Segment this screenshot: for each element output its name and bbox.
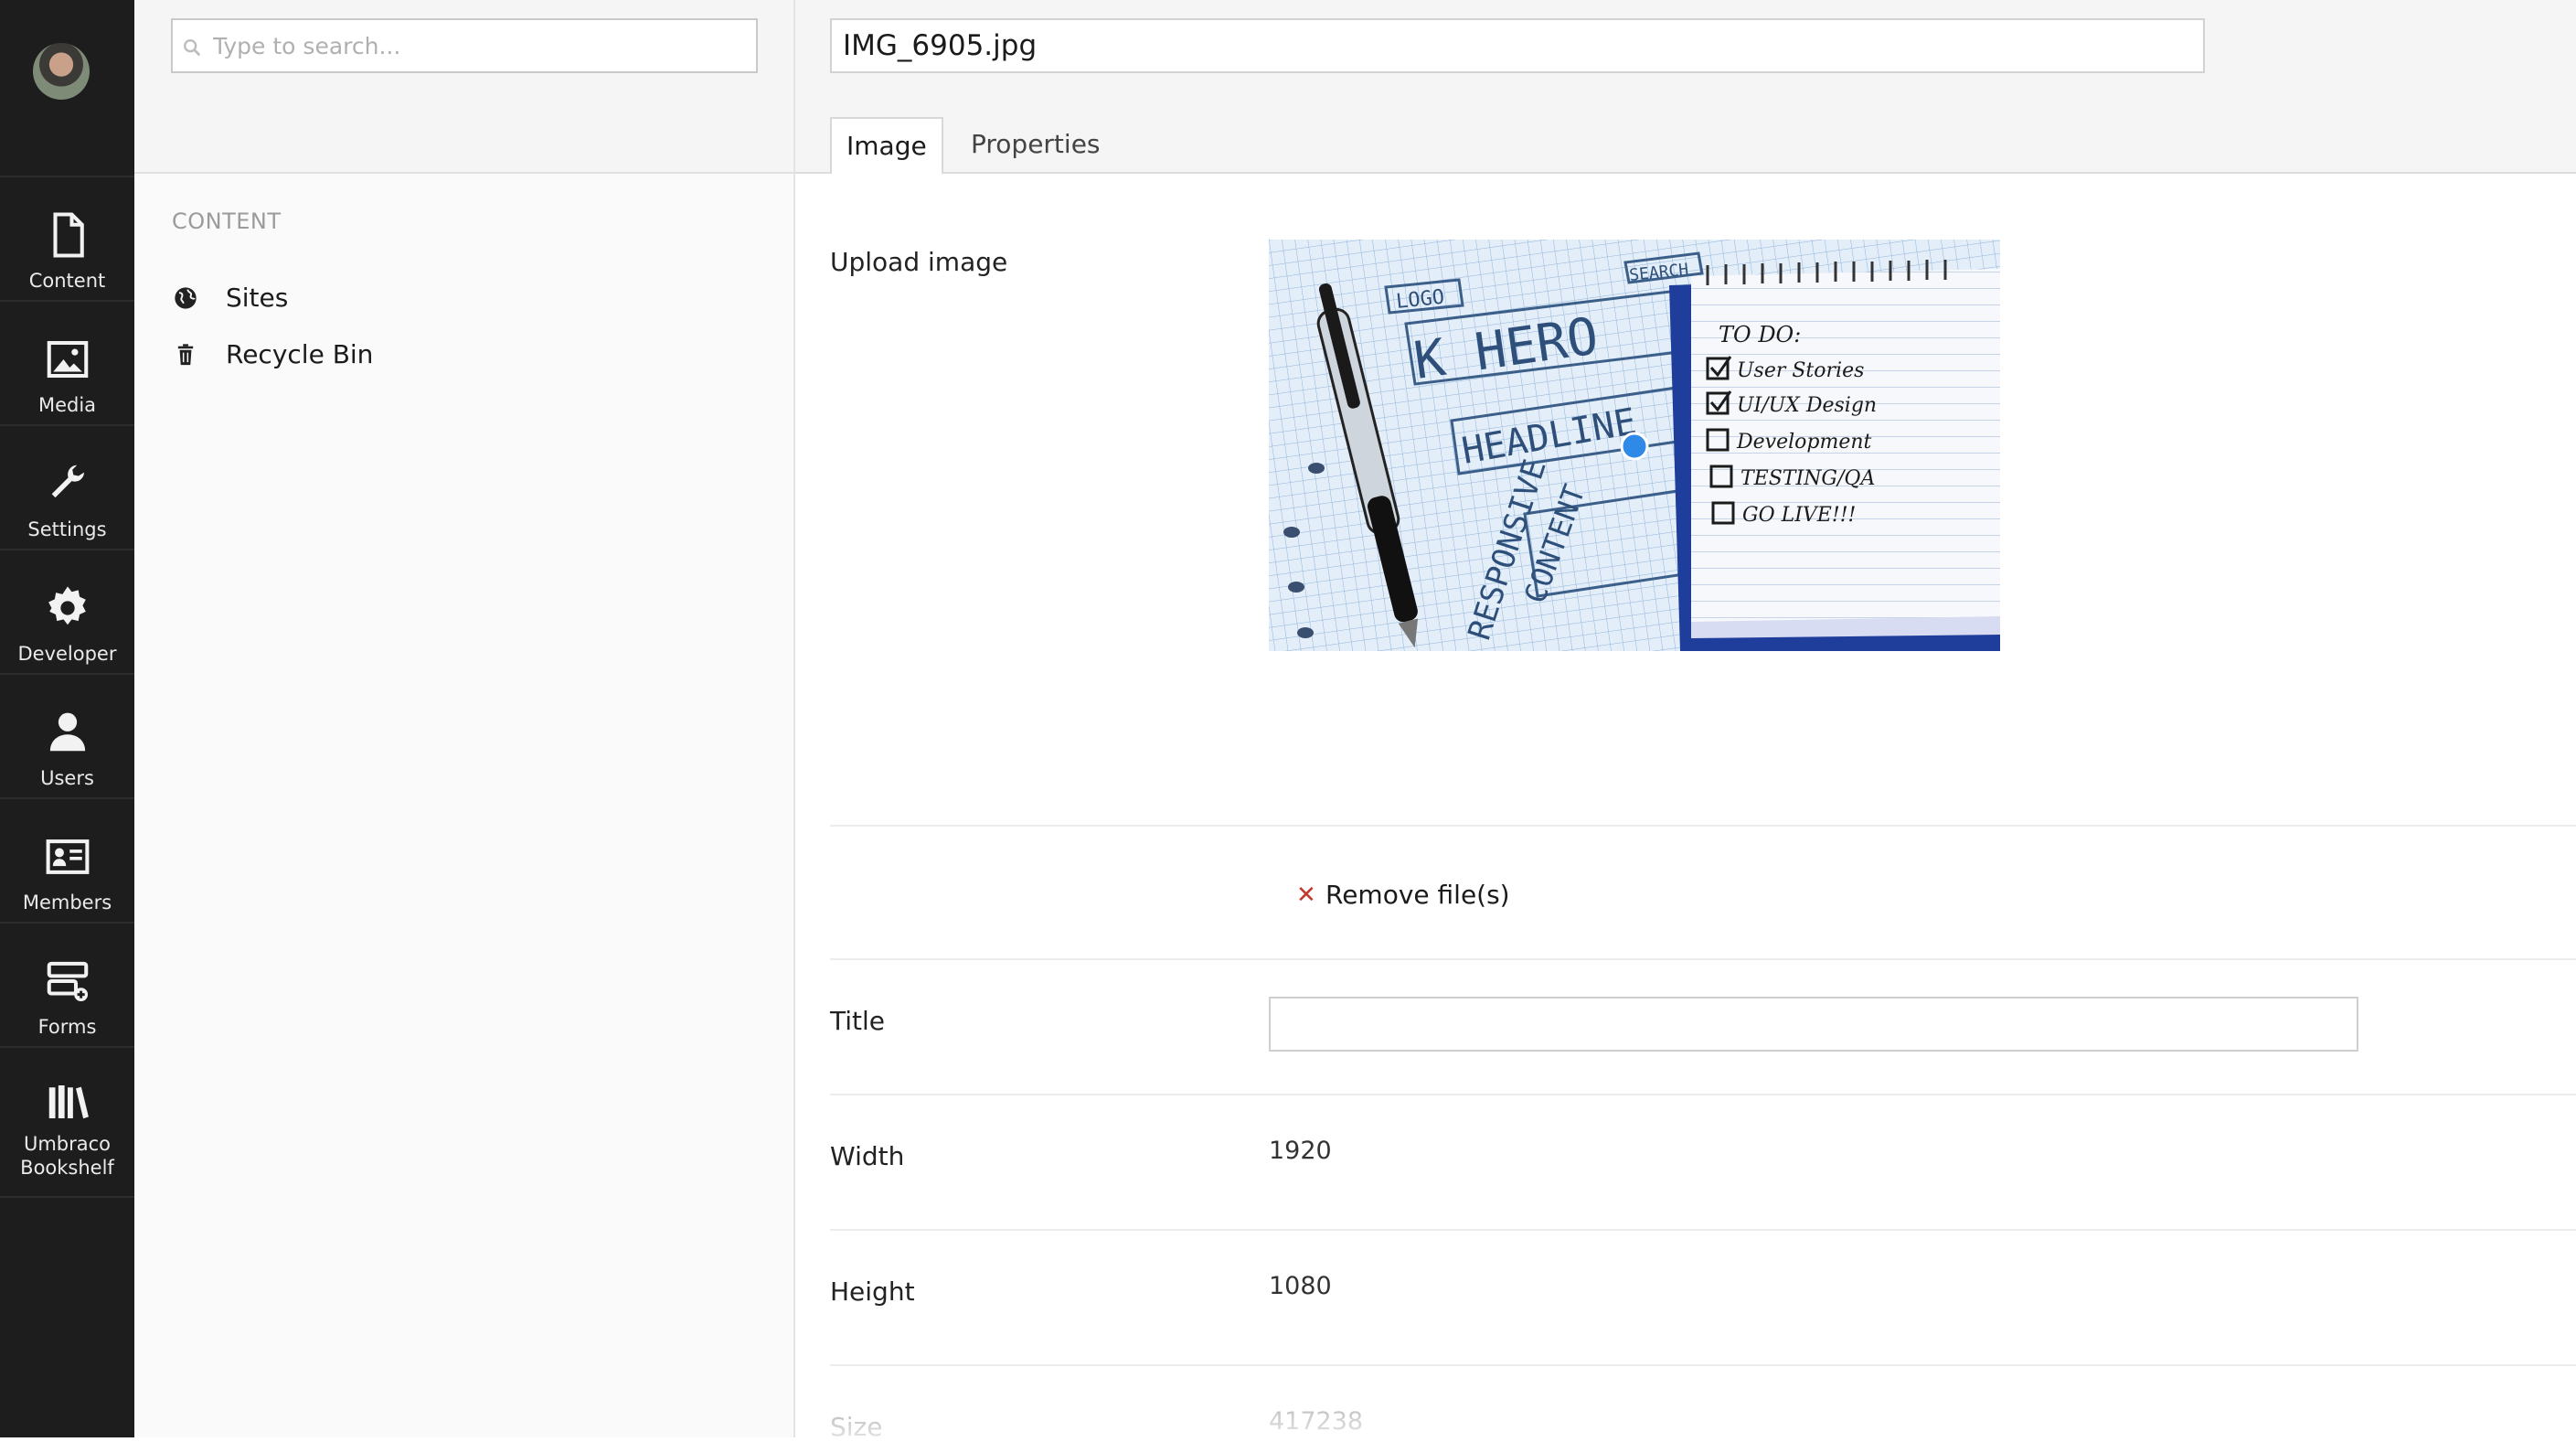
- gear-icon: [48, 586, 86, 625]
- forms-icon: [47, 961, 88, 1002]
- media-editor: Image Properties Upload image: [795, 0, 2576, 1442]
- width-value: 1920: [1269, 1137, 1332, 1165]
- tree-header: [134, 0, 793, 174]
- svg-text:UI/UX Design: UI/UX Design: [1737, 394, 1877, 417]
- divider: [830, 1364, 2576, 1366]
- size-value: 417238: [1269, 1407, 1364, 1436]
- section-members[interactable]: Members: [0, 797, 134, 922]
- tree-section-title: CONTENT: [172, 208, 282, 234]
- section-forms[interactable]: Forms: [0, 922, 134, 1046]
- tree-panel: CONTENT Sites Recycle Bin: [134, 0, 795, 1437]
- search-icon: [184, 39, 201, 57]
- image-icon: [47, 340, 88, 379]
- tree-item-recycle-bin[interactable]: Recycle Bin: [171, 331, 756, 377]
- section-media-label: Media: [37, 394, 97, 416]
- wrench-icon: [51, 465, 84, 498]
- divider: [830, 958, 2576, 960]
- avatar[interactable]: [33, 43, 90, 100]
- width-label: Width: [830, 1141, 905, 1171]
- section-users-label: Users: [40, 767, 94, 789]
- svg-text:User Stories: User Stories: [1737, 359, 1864, 382]
- remove-icon: ✕: [1296, 881, 1316, 909]
- image-preview-graphic: LOGO K HERO HEADLINE CONTENT RESPONSIVE …: [1269, 240, 2000, 651]
- section-developer[interactable]: Developer: [0, 549, 134, 673]
- globe-icon: [175, 287, 197, 309]
- tree-item-recycle-bin-label: Recycle Bin: [226, 339, 374, 369]
- size-label: Size: [830, 1412, 883, 1442]
- height-label: Height: [830, 1276, 915, 1307]
- section-umbraco-bookshelf[interactable]: Umbraco Bookshelf: [0, 1046, 134, 1198]
- svg-text:TESTING/QA: TESTING/QA: [1740, 467, 1875, 490]
- books-icon: [48, 1085, 89, 1119]
- svg-text:Development: Development: [1736, 431, 1872, 454]
- title-label: Title: [830, 1006, 886, 1036]
- height-value: 1080: [1269, 1272, 1332, 1300]
- section-content[interactable]: Content: [0, 176, 134, 300]
- section-developer-label: Developer: [17, 643, 117, 665]
- divider: [830, 825, 2576, 827]
- trash-icon: [177, 344, 194, 366]
- focal-point-marker[interactable]: [1620, 432, 1649, 461]
- divider: [830, 1094, 2576, 1095]
- tab-properties[interactable]: Properties: [956, 117, 1115, 175]
- tree-item-sites-label: Sites: [226, 283, 289, 313]
- svg-text:TO DO:: TO DO:: [1719, 322, 1801, 347]
- remove-files-label: Remove file(s): [1325, 880, 1510, 910]
- id-card-icon: [46, 839, 89, 874]
- section-sidebar: Content Media Settings Developer Users M…: [0, 0, 134, 1437]
- section-settings-label: Settings: [27, 518, 107, 540]
- section-umbraco-bookshelf-label: Umbraco Bookshelf: [20, 1133, 114, 1179]
- document-icon: [52, 212, 84, 258]
- svg-text:GO LIVE!!!: GO LIVE!!!: [1742, 504, 1856, 527]
- scroll-fade: [795, 1372, 2576, 1437]
- section-forms-label: Forms: [37, 1016, 97, 1038]
- section-users[interactable]: Users: [0, 673, 134, 797]
- section-content-label: Content: [28, 270, 106, 292]
- upload-image-label: Upload image: [830, 247, 1008, 277]
- section-members-label: Members: [22, 892, 112, 913]
- search-box[interactable]: [171, 18, 758, 73]
- section-settings[interactable]: Settings: [0, 424, 134, 549]
- image-preview[interactable]: LOGO K HERO HEADLINE CONTENT RESPONSIVE …: [1269, 240, 2000, 651]
- section-media[interactable]: Media: [0, 300, 134, 424]
- tree-item-sites[interactable]: Sites: [171, 274, 756, 320]
- editor-header: Image Properties: [795, 0, 2576, 175]
- divider: [830, 1229, 2576, 1231]
- search-input[interactable]: [213, 26, 743, 66]
- tab-image[interactable]: Image: [830, 117, 943, 175]
- title-input[interactable]: [1269, 997, 2358, 1052]
- user-icon: [49, 712, 85, 752]
- media-name-input[interactable]: [830, 18, 2205, 73]
